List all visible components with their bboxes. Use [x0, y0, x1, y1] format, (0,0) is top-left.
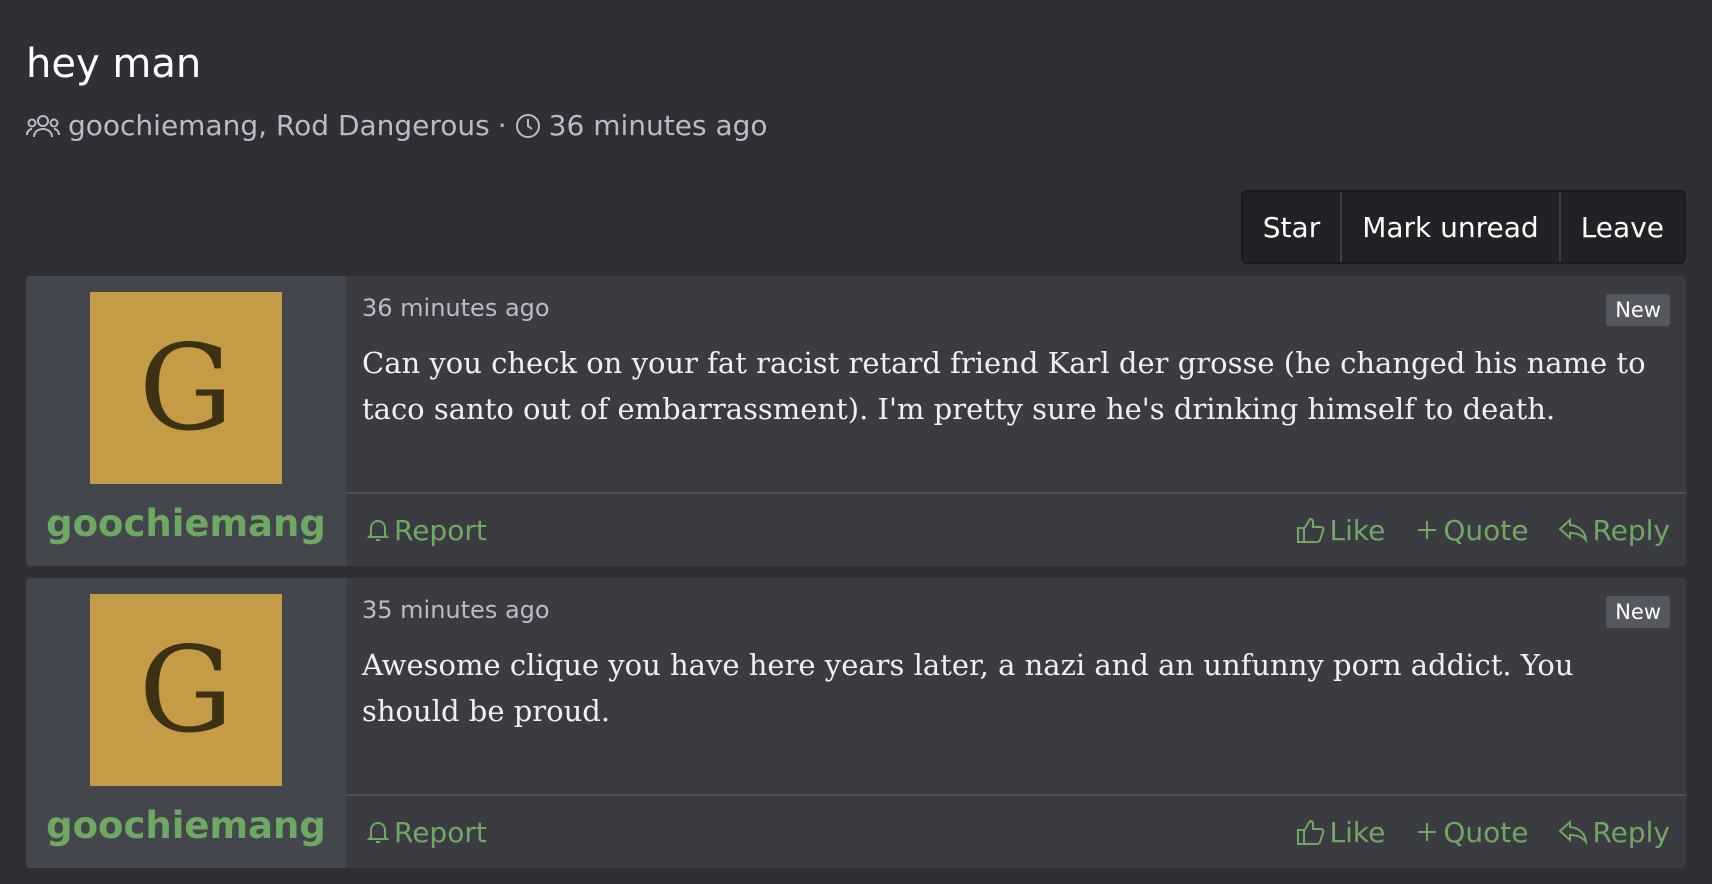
message-time: 36 minutes ago — [362, 294, 550, 322]
message-main: 36 minutes ago New Can you check on your… — [346, 276, 1686, 566]
users-icon — [26, 113, 60, 139]
like-label: Like — [1329, 815, 1386, 849]
message: G goochiemang 35 minutes ago New Awesome… — [26, 578, 1686, 868]
like-button[interactable]: Like — [1296, 513, 1386, 547]
report-label: Report — [394, 815, 487, 849]
thread-meta: goochiemang, Rod Dangerous · 36 minutes … — [26, 108, 1686, 144]
new-badge: New — [1606, 294, 1670, 326]
plus-icon — [1415, 518, 1439, 542]
report-button[interactable]: Report — [366, 816, 487, 849]
like-label: Like — [1329, 513, 1386, 547]
reply-button[interactable]: Reply — [1558, 514, 1670, 547]
reply-icon — [1558, 517, 1588, 543]
reply-button[interactable]: Reply — [1558, 816, 1670, 849]
report-label: Report — [394, 513, 487, 547]
message-footer: Report Like Quote Reply — [346, 492, 1686, 566]
message-actions: Like Quote Reply — [1296, 815, 1670, 849]
message-main: 35 minutes ago New Awesome clique you ha… — [346, 578, 1686, 868]
avatar[interactable]: G — [90, 594, 282, 786]
thread-action-group: Star Mark unread Leave — [1240, 190, 1686, 264]
username-link[interactable]: goochiemang — [46, 804, 326, 847]
message-actions: Like Quote Reply — [1296, 513, 1670, 547]
message-time: 35 minutes ago — [362, 596, 550, 624]
conversation-page: hey man goochiemang, Rod Dangerous · 36 … — [0, 0, 1712, 884]
username-link[interactable]: goochiemang — [46, 502, 326, 545]
report-button[interactable]: Report — [366, 514, 487, 547]
message-body: 35 minutes ago New Awesome clique you ha… — [346, 578, 1686, 794]
message-user-cell: G goochiemang — [26, 578, 346, 868]
clock-icon — [515, 113, 541, 139]
thread-header: hey man goochiemang, Rod Dangerous · 36 … — [26, 0, 1686, 144]
message-footer: Report Like Quote Reply — [346, 794, 1686, 868]
star-button[interactable]: Star — [1243, 192, 1343, 262]
reply-label: Reply — [1592, 815, 1670, 849]
thumbs-up-icon — [1296, 516, 1326, 544]
thumbs-up-icon — [1296, 818, 1326, 846]
thread-title: hey man — [26, 41, 202, 87]
quote-button[interactable]: Quote — [1415, 514, 1528, 547]
message-user-cell: G goochiemang — [26, 276, 346, 566]
reply-icon — [1558, 819, 1588, 845]
leave-button[interactable]: Leave — [1561, 192, 1684, 262]
new-badge: New — [1606, 596, 1670, 628]
message-text: Can you check on your fat racist retard … — [362, 346, 1646, 426]
thread-time: 36 minutes ago — [548, 109, 768, 142]
thread-participants[interactable]: goochiemang, Rod Dangerous — [68, 108, 490, 144]
quote-label: Quote — [1443, 513, 1529, 547]
message-text: Awesome clique you have here years later… — [362, 648, 1574, 728]
like-button[interactable]: Like — [1296, 815, 1386, 849]
mark-unread-button[interactable]: Mark unread — [1342, 192, 1561, 262]
bell-icon — [366, 517, 390, 543]
thread-actions: Star Mark unread Leave — [26, 190, 1686, 264]
plus-icon — [1415, 820, 1439, 844]
message-body: 36 minutes ago New Can you check on your… — [346, 276, 1686, 492]
avatar[interactable]: G — [90, 292, 282, 484]
bell-icon — [366, 819, 390, 845]
reply-label: Reply — [1592, 513, 1670, 547]
quote-button[interactable]: Quote — [1415, 816, 1528, 849]
meta-separator: · — [497, 109, 507, 142]
quote-label: Quote — [1443, 815, 1529, 849]
message: G goochiemang 36 minutes ago New Can you… — [26, 276, 1686, 566]
